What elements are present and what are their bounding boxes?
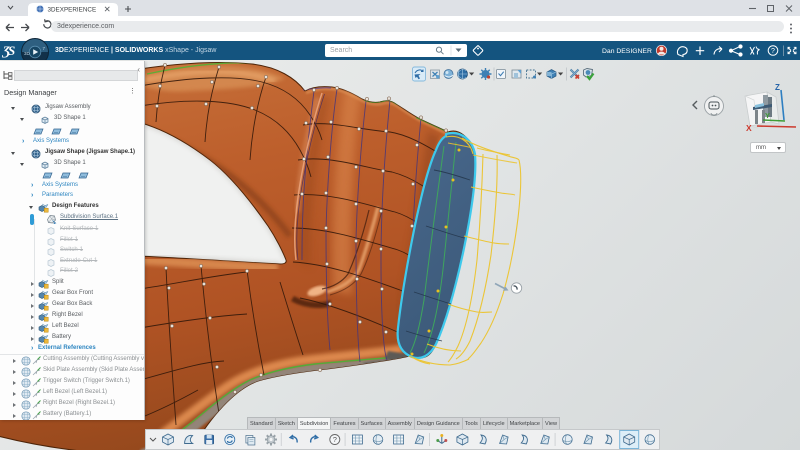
svg-text:Y: Y xyxy=(765,111,770,120)
svg-text:Z: Z xyxy=(775,83,780,92)
svg-text:?: ? xyxy=(771,48,775,55)
svg-text:3DEXPERIENCE: 3DEXPERIENCE xyxy=(48,6,97,13)
svg-text:Dan DESIGNER: Dan DESIGNER xyxy=(602,48,652,55)
svg-text:3D: 3D xyxy=(24,51,31,56)
svg-text:?: ? xyxy=(333,435,337,444)
svg-text:X: X xyxy=(746,123,752,133)
svg-text:ƷS: ƷS xyxy=(1,43,15,58)
